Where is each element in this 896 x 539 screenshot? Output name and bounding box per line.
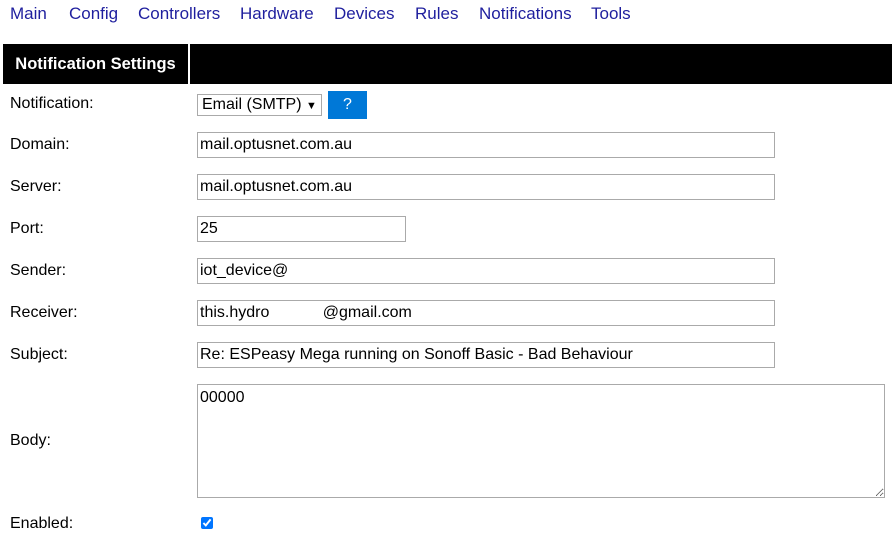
sender-input[interactable]	[197, 258, 775, 284]
nav-controllers[interactable]: Controllers	[138, 4, 220, 24]
nav-config[interactable]: Config	[69, 4, 118, 24]
port-label: Port:	[10, 220, 44, 237]
nav-main[interactable]: Main	[10, 4, 47, 24]
enabled-label: Enabled:	[10, 515, 74, 532]
domain-label: Domain:	[10, 136, 70, 153]
port-input[interactable]	[197, 216, 406, 242]
body-textarea[interactable]: 00000	[197, 384, 885, 498]
body-label: Body:	[10, 432, 51, 449]
notification-select[interactable]: Email (SMTP) ▼	[197, 94, 322, 116]
domain-input[interactable]	[197, 132, 775, 158]
enabled-checkbox[interactable]	[201, 517, 213, 529]
nav-notifications[interactable]: Notifications	[479, 4, 572, 24]
dropdown-arrow-icon: ▼	[306, 100, 317, 112]
nav-hardware[interactable]: Hardware	[240, 4, 314, 24]
help-button[interactable]: ?	[328, 91, 367, 119]
sender-label: Sender:	[10, 262, 67, 279]
server-label: Server:	[10, 178, 62, 195]
receiver-input[interactable]	[197, 300, 775, 326]
server-input[interactable]	[197, 174, 775, 200]
notification-label: Notification:	[10, 95, 94, 112]
subject-input[interactable]	[197, 342, 775, 368]
header-divider	[188, 44, 190, 84]
nav-rules[interactable]: Rules	[415, 4, 458, 24]
subject-label: Subject:	[10, 346, 68, 363]
section-title: Notification Settings	[15, 55, 176, 73]
notification-value: Email (SMTP)	[202, 96, 302, 113]
nav-tools[interactable]: Tools	[591, 4, 631, 24]
section-header: Notification Settings	[3, 44, 892, 84]
nav-devices[interactable]: Devices	[334, 4, 394, 24]
receiver-label: Receiver:	[10, 304, 78, 321]
